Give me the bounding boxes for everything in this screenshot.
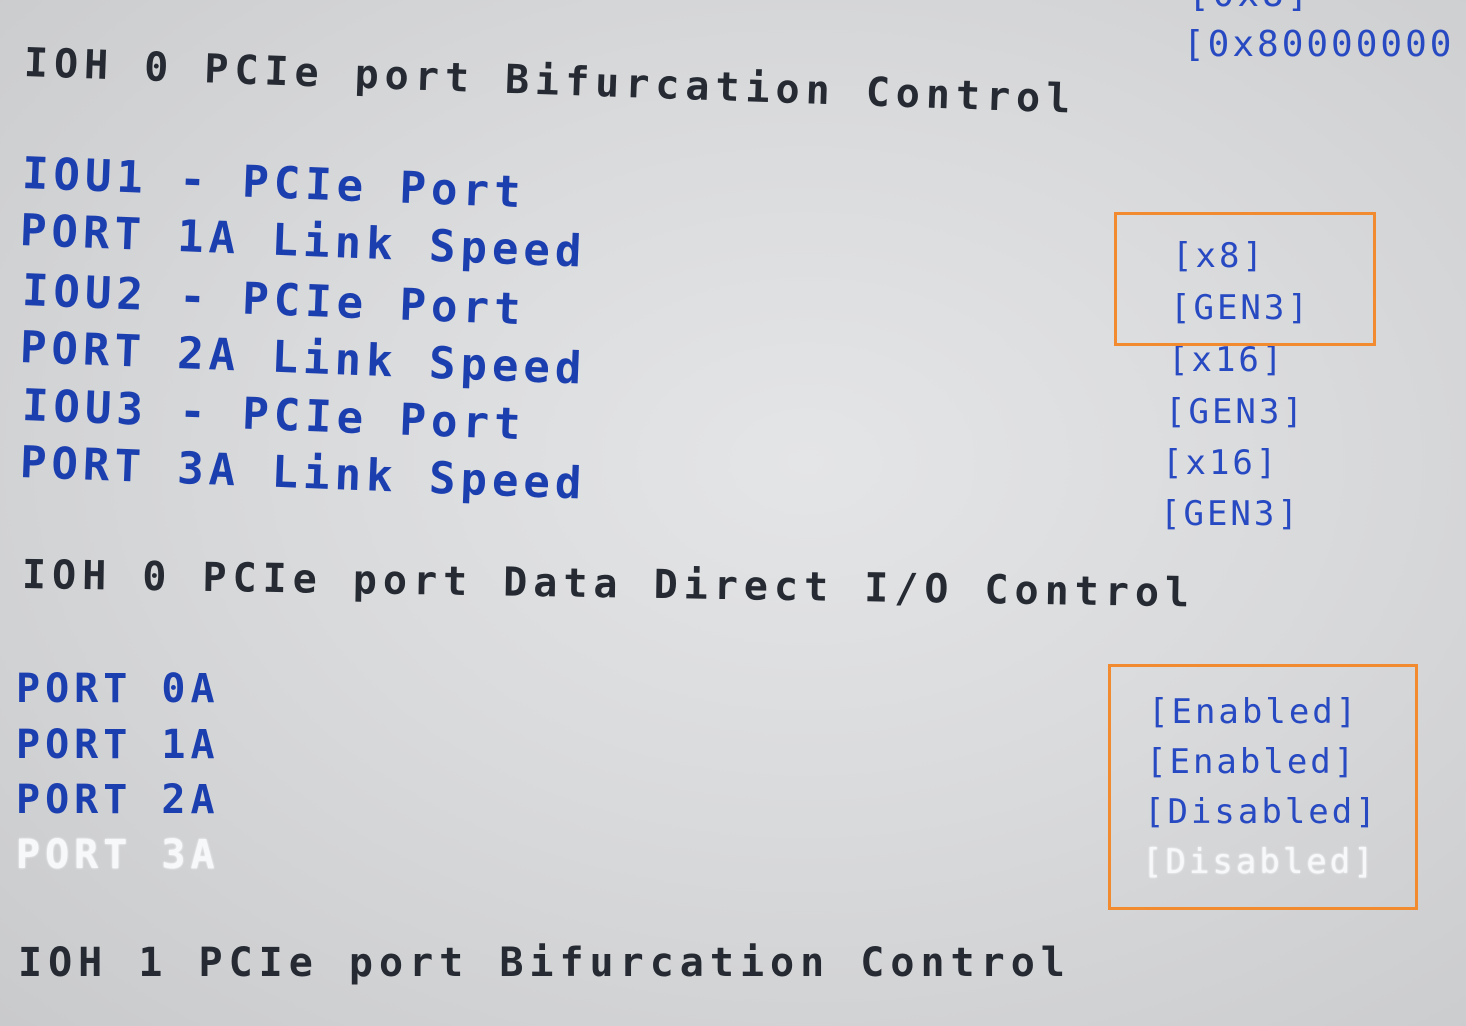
value-port-2a-link-speed[interactable]: [GEN3] (1165, 392, 1306, 432)
menu-item-port-2a[interactable]: PORT 2A (16, 777, 220, 823)
partial-value-address: [0x80000000 (1183, 24, 1455, 65)
highlight-box-bifurcation (1114, 212, 1376, 346)
menu-item-port-1a[interactable]: PORT 1A (16, 722, 220, 768)
value-port-3a-link-speed[interactable]: [GEN3] (1160, 494, 1301, 534)
section-title-bifurcation-ioh1: IOH 1 PCIe port Bifurcation Control (18, 940, 1071, 986)
menu-item-port-3a-selected[interactable]: PORT 3A (16, 832, 220, 878)
value-iou2-pcie-port[interactable]: [x16] (1168, 340, 1285, 380)
partial-value-top: [0x8] (1188, 0, 1311, 15)
menu-item-port-0a[interactable]: PORT 0A (16, 666, 220, 712)
highlight-box-ddio (1108, 664, 1418, 910)
section-title-ddio-ioh0: IOH 0 PCIe port Data Direct I/O Control (21, 552, 1196, 617)
bios-setup-screen: [0x8] [0x80000000 IOH 0 PCIe port Bifurc… (0, 0, 1466, 1026)
section-title-bifurcation-ioh0: IOH 0 PCIe port Bifurcation Control (23, 40, 1078, 123)
value-iou3-pcie-port[interactable]: [x16] (1162, 443, 1279, 483)
